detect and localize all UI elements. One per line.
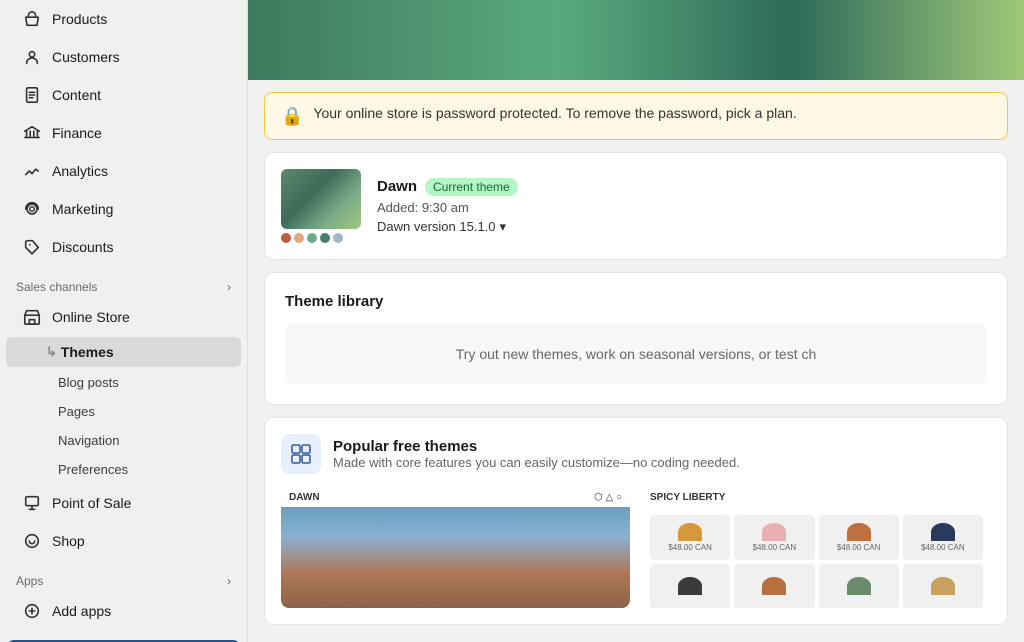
hat-item-7 — [819, 564, 899, 608]
store-icon — [22, 307, 42, 327]
popular-themes-card: Popular free themes Made with core featu… — [264, 417, 1008, 625]
theme-library-title: Theme library — [285, 293, 987, 310]
color-dot-1 — [281, 233, 291, 243]
sidebar-item-products[interactable]: Products — [6, 1, 241, 37]
lock-icon: 🔒 — [281, 106, 303, 127]
sidebar-item-preferences[interactable]: Preferences — [6, 456, 241, 483]
sidebar-bottom: Settings — [0, 630, 247, 642]
sidebar-item-customers[interactable]: Customers — [6, 39, 241, 75]
popular-text: Popular free themes Made with core featu… — [333, 438, 740, 470]
theme-thumbnail-wrapper — [281, 169, 361, 243]
theme-name: Dawn — [377, 178, 417, 195]
bank-icon — [22, 123, 42, 143]
chevron-down-icon: ▾ — [500, 219, 507, 235]
theme-preview-second[interactable]: SPICY LIBERTY $48.00 CAN $48.00 CAN — [642, 488, 991, 608]
hat-item-1: $48.00 CAN — [650, 515, 730, 560]
theme-library-card: Theme library Try out new themes, work o… — [264, 272, 1008, 405]
hat-item-8 — [903, 564, 983, 608]
sidebar-item-pages[interactable]: Pages — [6, 398, 241, 425]
sidebar-item-finance[interactable]: Finance — [6, 115, 241, 151]
theme-info: Dawn Current theme Added: 9:30 am Dawn v… — [377, 178, 991, 235]
sidebar-item-analytics[interactable]: Analytics — [6, 153, 241, 189]
color-dot-2 — [294, 233, 304, 243]
password-banner: 🔒 Your online store is password protecte… — [264, 92, 1008, 140]
shopbag-icon — [22, 531, 42, 551]
sales-channels-header: Sales channels › — [0, 266, 247, 298]
person-icon — [22, 47, 42, 67]
hat-item-4: $48.00 CAN — [903, 515, 983, 560]
theme-preview-dawn[interactable]: DAWN ⬡ △ ○ Industrial design meets fashi… — [281, 488, 630, 608]
theme-library-content: Try out new themes, work on seasonal ver… — [285, 324, 987, 384]
megaphone-icon — [22, 199, 42, 219]
theme-thumbnail — [281, 169, 361, 229]
popular-header: Popular free themes Made with core featu… — [281, 434, 991, 474]
chart-icon — [22, 161, 42, 181]
sidebar-item-add-apps[interactable]: Add apps — [6, 593, 241, 629]
theme-colors — [281, 233, 343, 243]
preview-bar-second: SPICY LIBERTY — [642, 488, 991, 507]
sidebar: Products Customers Content Finance Analy… — [0, 0, 248, 642]
color-dot-3 — [307, 233, 317, 243]
sidebar-item-discounts[interactable]: Discounts — [6, 229, 241, 265]
current-theme-badge: Current theme — [425, 178, 518, 196]
bag-icon — [22, 9, 42, 29]
hat-grid: $48.00 CAN $48.00 CAN $48.00 CAN $4 — [642, 507, 991, 608]
pos-icon — [22, 493, 42, 513]
document-icon — [22, 85, 42, 105]
sidebar-item-content[interactable]: Content — [6, 77, 241, 113]
hat-item-5 — [650, 564, 730, 608]
popular-icon — [281, 434, 321, 474]
hat-item-2: $48.00 CAN — [734, 515, 814, 560]
apps-chevron-icon: › — [227, 574, 231, 588]
sidebar-item-online-store[interactable]: Online Store — [6, 299, 241, 335]
current-theme-card: Dawn Current theme Added: 9:30 am Dawn v… — [264, 152, 1008, 260]
hat-item-6 — [734, 564, 814, 608]
hat-item-3: $48.00 CAN — [819, 515, 899, 560]
theme-added: Added: 9:30 am — [377, 200, 991, 215]
sidebar-item-themes[interactable]: ↳ Themes — [6, 337, 241, 367]
theme-version[interactable]: Dawn version 15.1.0 ▾ — [377, 219, 991, 235]
preview-bar-dawn: DAWN ⬡ △ ○ — [281, 488, 630, 507]
plus-circle-icon — [22, 601, 42, 621]
theme-previews: DAWN ⬡ △ ○ Industrial design meets fashi… — [281, 488, 991, 608]
top-image-strip — [248, 0, 1024, 80]
sidebar-item-point-of-sale[interactable]: Point of Sale — [6, 485, 241, 521]
sidebar-item-shop[interactable]: Shop — [6, 523, 241, 559]
main-content: 🔒 Your online store is password protecte… — [248, 0, 1024, 642]
tag-icon — [22, 237, 42, 257]
color-dot-5 — [333, 233, 343, 243]
sidebar-item-navigation[interactable]: Navigation — [6, 427, 241, 454]
apps-header: Apps › — [0, 560, 247, 592]
indent-arrow-icon: ↳ — [46, 344, 57, 360]
dawn-caption: Industrial design meets fashion. — [289, 607, 622, 608]
color-dot-4 — [320, 233, 330, 243]
sidebar-item-marketing[interactable]: Marketing — [6, 191, 241, 227]
theme-name-row: Dawn Current theme — [377, 178, 991, 196]
chevron-right-icon: › — [227, 280, 231, 294]
sidebar-item-blog-posts[interactable]: Blog posts — [6, 369, 241, 396]
